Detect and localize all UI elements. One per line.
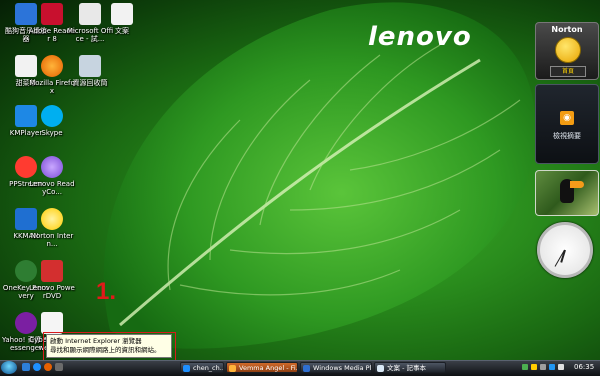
tooltip-line-2: 尋找和顯示網際網路上的資訊和網站。 [50, 346, 161, 354]
toucan-beak [570, 181, 584, 188]
firefox-icon [229, 365, 236, 372]
taskbar-button-label: 文案 - 記事本 [387, 364, 426, 372]
norton-home-button[interactable]: 首頁 [550, 66, 586, 77]
desktop-icon-label: 文案 [115, 27, 129, 35]
powerdvd-icon [41, 260, 63, 282]
desktop-icon-powerdvd[interactable]: Lenovo PowerDVD [28, 260, 76, 300]
start-orb-icon[interactable] [1, 361, 17, 374]
desktop-icon-skype[interactable]: Skype [28, 105, 76, 137]
taskbar-button-chen[interactable]: chen_ch... [180, 362, 224, 373]
rss-icon: ◉ [560, 111, 574, 125]
norton-gadget[interactable]: Norton 首頁 [535, 22, 599, 80]
step-annotation: 1. [96, 278, 117, 305]
switch-windows-icon[interactable] [55, 363, 63, 371]
lenovo-ready-icon [41, 156, 63, 178]
network-icon[interactable] [522, 364, 528, 370]
ie-icon [183, 365, 190, 372]
norton-tray-icon[interactable] [531, 364, 537, 370]
ie-tooltip: 啟動 Internet Explorer 瀏覽器 尋找和顯示網際網路上的資訊和網… [46, 334, 172, 358]
ie-icon[interactable] [33, 363, 41, 371]
clock-gadget[interactable] [537, 222, 593, 278]
taskbar-button-vemma[interactable]: Vemma Angel - Fi... [226, 362, 298, 373]
norton-icon [41, 208, 63, 230]
desktop-icon-label: Norton Intern... [30, 232, 74, 248]
taskbar-button-media-player[interactable]: Windows Media Pl... [300, 362, 372, 373]
recycle-bin-icon [79, 55, 101, 77]
system-tray: 06:35 [520, 362, 600, 373]
taskbar-button-label: chen_ch... [193, 364, 224, 372]
media-player-icon [303, 365, 310, 372]
volume-icon[interactable] [540, 364, 546, 370]
skype-icon [41, 105, 63, 127]
power-icon[interactable] [558, 364, 564, 370]
desktop-icon-label: 資源回收筒 [72, 79, 108, 87]
taskbar-button-label: Windows Media Pl... [313, 364, 372, 372]
firefox-icon[interactable] [44, 363, 52, 371]
taskbar-button-label: Vemma Angel - Fi... [239, 364, 298, 372]
desktop-icon-label: Lenovo ReadyCo... [29, 180, 75, 196]
taskbar-button-notepad[interactable]: 文案 - 記事本 [374, 362, 446, 373]
lenovo-logo: lenovo [368, 22, 472, 52]
notepad-icon [377, 365, 384, 372]
adobe-reader-icon [41, 3, 63, 25]
desktop-icon-label: Lenovo PowerDVD [29, 284, 75, 300]
firefox-icon [41, 55, 63, 77]
norton-title: Norton [551, 25, 583, 34]
show-desktop-icon[interactable] [22, 363, 30, 371]
norton-check-icon [555, 37, 581, 63]
desktop-icon-lenovo-ready[interactable]: Lenovo ReadyCo... [28, 156, 76, 196]
desktop-icon-recycle-bin[interactable]: 資源回收筒 [66, 55, 114, 87]
desktop-icon-norton-internet[interactable]: Norton Intern... [28, 208, 76, 248]
view-headlines-link[interactable]: 檢視摘要 [536, 131, 598, 141]
document-icon [111, 3, 133, 25]
clock-time[interactable]: 06:35 [574, 362, 594, 373]
desktop-icon-label: Skype [41, 129, 63, 137]
tooltip-line-1: 啟動 Internet Explorer 瀏覽器 [50, 337, 142, 345]
desktop-icon-doc-1[interactable]: 文案 [98, 3, 146, 35]
feed-headlines-gadget[interactable]: ◉ 檢視摘要 [535, 84, 599, 164]
power2go-icon [41, 312, 63, 334]
slideshow-gadget[interactable] [535, 170, 599, 216]
bluetooth-icon[interactable] [549, 364, 555, 370]
